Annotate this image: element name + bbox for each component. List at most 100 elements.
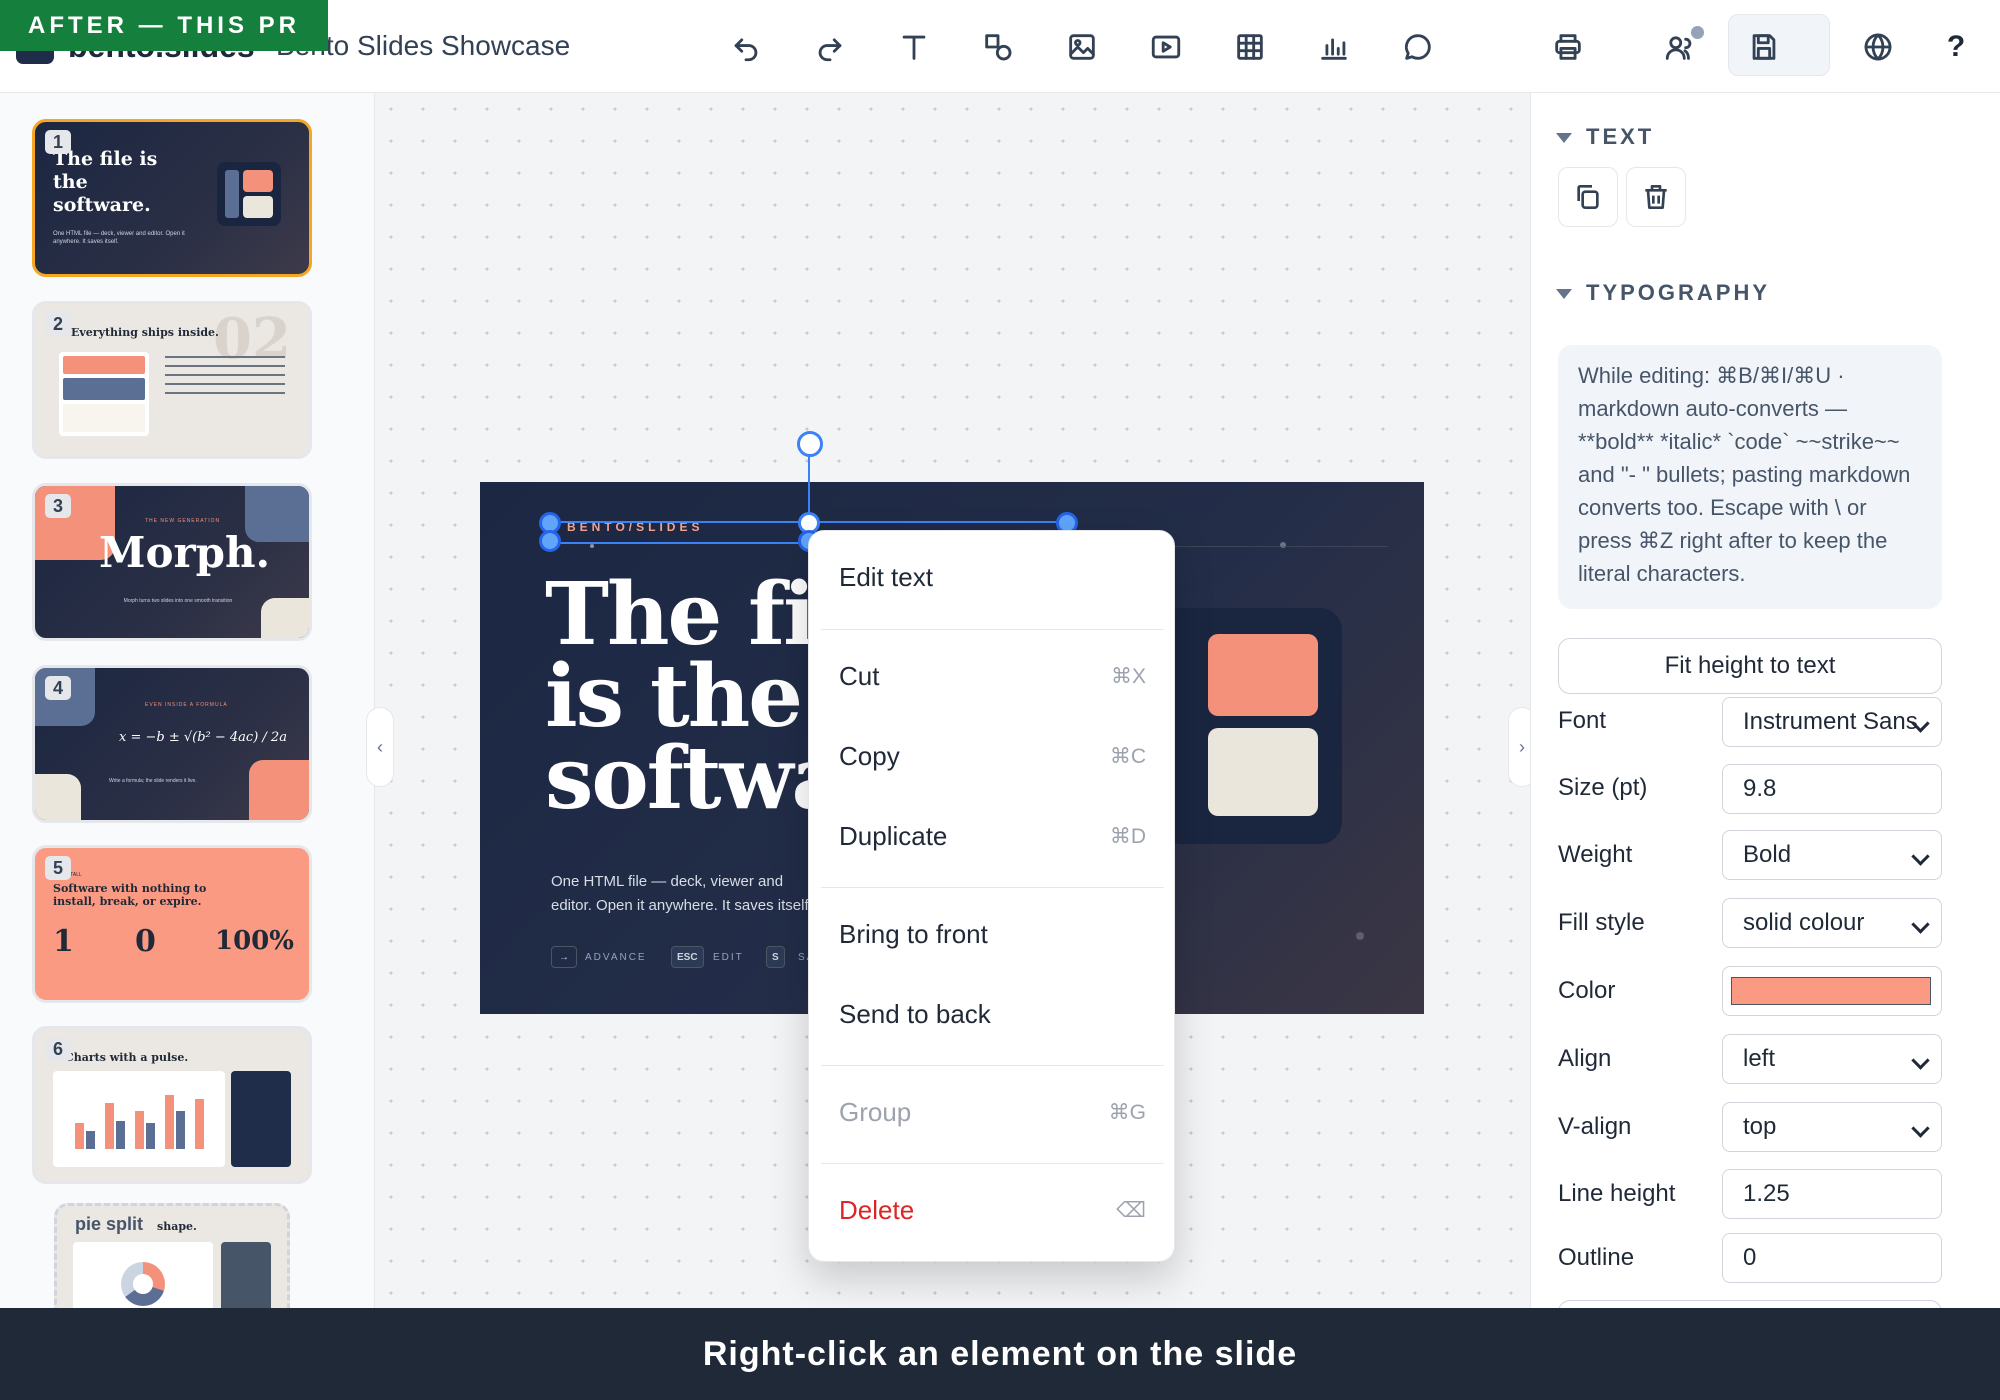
text-icon[interactable] bbox=[890, 23, 938, 71]
fit-height-button[interactable]: Fit height to text bbox=[1558, 638, 1942, 694]
menu-shortcut: ⌘C bbox=[1109, 744, 1146, 768]
slide-number: 4 bbox=[45, 676, 71, 700]
menu-shortcut: ⌫ bbox=[1116, 1198, 1146, 1222]
thumb-stat: 0 bbox=[135, 924, 156, 959]
keycap-advance: → bbox=[551, 946, 577, 968]
globe-icon[interactable] bbox=[1854, 23, 1902, 71]
slide-number: 6 bbox=[45, 1037, 71, 1061]
keycap-save: S bbox=[766, 946, 785, 968]
print-icon[interactable] bbox=[1544, 23, 1592, 71]
menu-item-duplicate[interactable]: Duplicate ⌘D bbox=[809, 801, 1176, 871]
thumb-sidecard bbox=[231, 1071, 291, 1167]
slide-number: 2 bbox=[45, 312, 71, 336]
slide-art[interactable] bbox=[1144, 608, 1342, 844]
video-icon[interactable] bbox=[1142, 23, 1190, 71]
slide-thumbnail-4[interactable]: 4 EVEN INSIDE A FORMULA x = −b ± √(b² − … bbox=[32, 665, 312, 823]
menu-item-label: Edit text bbox=[839, 561, 933, 592]
thumb-art bbox=[217, 162, 281, 226]
color-picker[interactable] bbox=[1722, 966, 1942, 1016]
menu-item-delete[interactable]: Delete ⌫ bbox=[809, 1175, 1176, 1245]
menu-separator bbox=[821, 629, 1164, 630]
table-icon[interactable] bbox=[1226, 23, 1274, 71]
delete-button[interactable] bbox=[1626, 167, 1686, 227]
keycap-edit: ESC bbox=[671, 946, 704, 968]
outline-input[interactable]: 0 bbox=[1722, 1233, 1942, 1283]
valign-select[interactable]: top bbox=[1722, 1102, 1942, 1152]
menu-shortcut: ⌘D bbox=[1109, 824, 1146, 848]
font-select[interactable]: Instrument Sans bbox=[1722, 697, 1942, 747]
markdown-help-text: While editing: ⌘B/⌘I/⌘U · markdown auto-… bbox=[1558, 345, 1942, 609]
menu-item-cut[interactable]: Cut ⌘X bbox=[809, 641, 1176, 711]
key-label: EDIT bbox=[713, 952, 744, 963]
prop-label-color: Color bbox=[1558, 977, 1616, 1004]
typography-section-header[interactable]: TYPOGRAPHY bbox=[1556, 280, 1770, 306]
menu-separator bbox=[821, 1163, 1164, 1164]
menu-shortcut: ⌘X bbox=[1110, 664, 1146, 688]
text-section-header[interactable]: TEXT bbox=[1556, 124, 1654, 150]
trash-icon bbox=[1645, 185, 1667, 209]
collapse-caret-icon bbox=[1556, 289, 1572, 300]
menu-item-label: Group bbox=[839, 1096, 912, 1127]
thumb-chart bbox=[53, 1071, 225, 1167]
slide-thumb-title: shape. bbox=[157, 1220, 197, 1233]
menu-separator bbox=[821, 887, 1164, 888]
slide-thumb-title: Everything ships inside. bbox=[71, 326, 219, 339]
line-height-input[interactable]: 1.25 bbox=[1722, 1169, 1942, 1219]
weight-select[interactable]: Bold bbox=[1722, 830, 1942, 880]
menu-item-edit-text[interactable]: Edit text bbox=[809, 542, 1176, 612]
thumb-pie-card bbox=[73, 1242, 213, 1308]
copy-icon bbox=[1577, 185, 1599, 209]
font-size-input[interactable]: 9.8 bbox=[1722, 764, 1942, 814]
prop-label-weight: Weight bbox=[1558, 841, 1633, 868]
slide-thumbnail-pie[interactable]: pie split shape. bbox=[54, 1203, 290, 1308]
menu-item-label: Copy bbox=[839, 740, 900, 771]
slide-thumbnail-3[interactable]: 3 THE NEW GENERATION Morph. Morph turns … bbox=[32, 483, 312, 641]
thumb-stat: 1 bbox=[53, 924, 74, 959]
art-top-block bbox=[1208, 634, 1318, 716]
slide-number: 1 bbox=[45, 130, 71, 154]
section-title: TEXT bbox=[1586, 124, 1655, 149]
thumb-shape bbox=[249, 760, 309, 820]
slide-thumbnail-2[interactable]: 2 02 Everything ships inside. bbox=[32, 301, 312, 459]
thumb-stat: 100% bbox=[215, 926, 294, 956]
comment-icon[interactable] bbox=[1394, 23, 1442, 71]
slide-thumbnail-5[interactable]: 5 NO INSTALL Software with nothing to in… bbox=[32, 845, 312, 1003]
align-select[interactable]: left bbox=[1722, 1034, 1942, 1084]
menu-item-label: Duplicate bbox=[839, 820, 948, 851]
save-icon[interactable] bbox=[1740, 23, 1788, 71]
slide-thumb-title: Morph. bbox=[99, 528, 271, 577]
section-title: TYPOGRAPHY bbox=[1586, 280, 1771, 305]
slide-thumb-title: The file is the software. bbox=[53, 148, 158, 216]
slide-thumb-subtitle: One HTML file — deck, viewer and editor.… bbox=[53, 231, 185, 245]
undo-icon[interactable] bbox=[722, 23, 770, 71]
menu-item-send-to-back[interactable]: Send to back bbox=[809, 979, 1176, 1049]
duplicate-button[interactable] bbox=[1558, 167, 1618, 227]
thumb-card bbox=[59, 352, 149, 436]
menu-item-label: Delete bbox=[839, 1194, 915, 1225]
prop-label-fill-style: Fill style bbox=[1558, 909, 1645, 936]
slide-subtitle[interactable]: One HTML file — deck, viewer and editor.… bbox=[551, 870, 821, 918]
rotate-handle[interactable] bbox=[797, 431, 823, 457]
slide-thumbnail-1[interactable]: 1 The file is the software. One HTML fil… bbox=[32, 119, 312, 277]
menu-separator bbox=[821, 1065, 1164, 1066]
context-menu: Edit text Cut ⌘X Copy ⌘C Duplicate ⌘D Bring… bbox=[808, 530, 1175, 1262]
image-icon[interactable] bbox=[1058, 23, 1106, 71]
shapes-icon[interactable] bbox=[974, 23, 1022, 71]
people-icon[interactable] bbox=[1656, 23, 1704, 71]
slide-thumbnail-6[interactable]: 6 Charts with a pulse. bbox=[32, 1026, 312, 1184]
menu-item-copy[interactable]: Copy ⌘C bbox=[809, 721, 1176, 791]
prop-label-outline: Outline bbox=[1558, 1244, 1635, 1271]
thumb-eyebrow: EVEN INSIDE A FORMULA bbox=[145, 702, 228, 708]
prop-label-valign: V-align bbox=[1558, 1113, 1632, 1140]
slide-thumb-title: Software with nothing to install, break,… bbox=[53, 882, 207, 908]
redo-icon[interactable] bbox=[806, 23, 854, 71]
prop-label-font: Font bbox=[1558, 707, 1607, 734]
help-icon[interactable]: ? bbox=[1932, 23, 1980, 71]
menu-item-bring-to-front[interactable]: Bring to front bbox=[809, 899, 1176, 969]
chart-icon[interactable] bbox=[1310, 23, 1358, 71]
key-label: ADVANCE bbox=[585, 952, 647, 963]
resize-handle-sw[interactable] bbox=[539, 530, 561, 552]
thumb-label: pie split bbox=[75, 1214, 144, 1234]
collapse-left-panel-button[interactable]: ‹ bbox=[366, 707, 394, 787]
fill-style-select[interactable]: solid colour bbox=[1722, 898, 1942, 948]
